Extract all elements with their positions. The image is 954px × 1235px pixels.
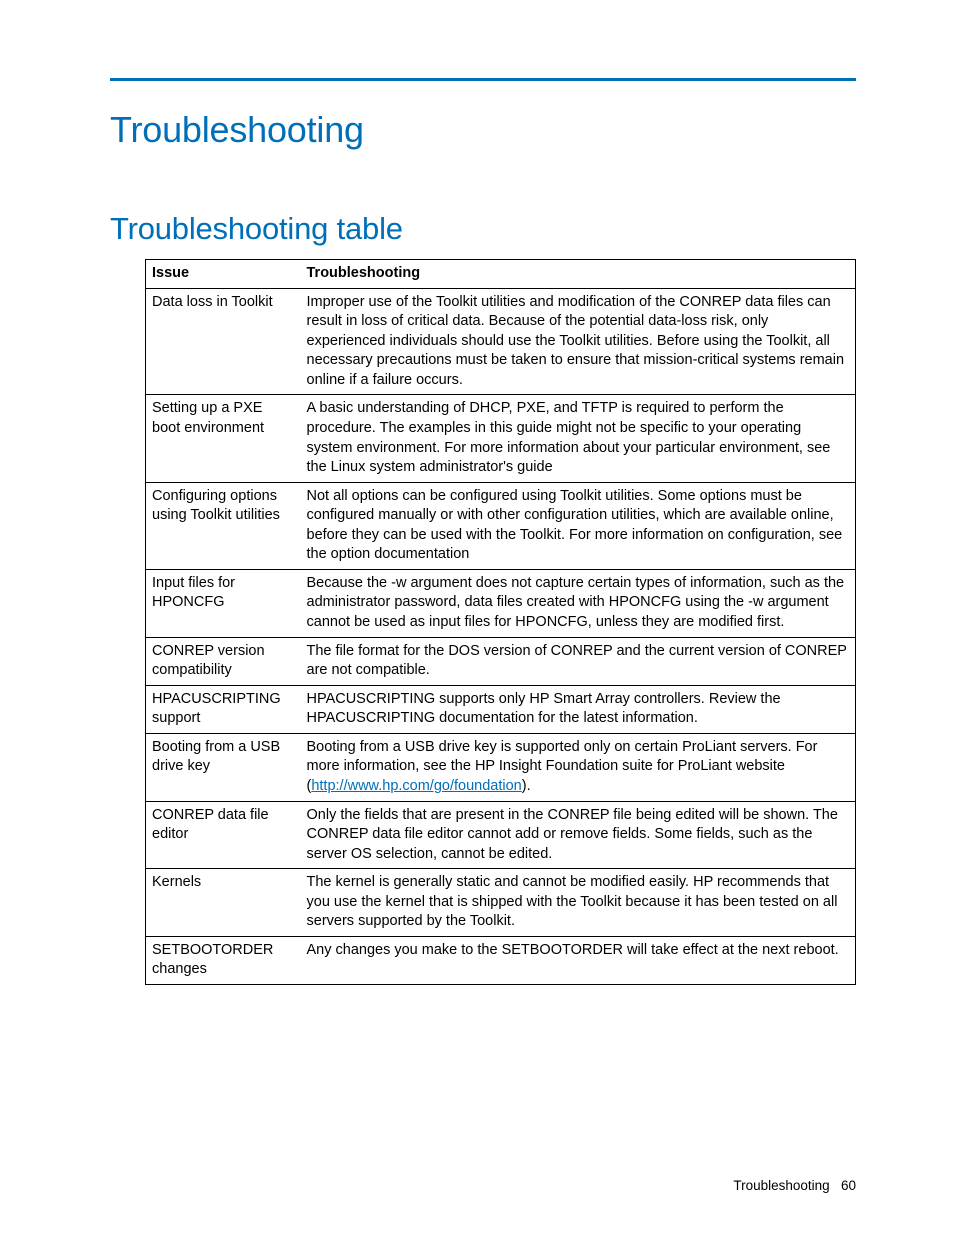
table-header-row: Issue Troubleshooting [146, 260, 856, 289]
table-row: Setting up a PXE boot environment A basi… [146, 395, 856, 482]
troubleshooting-cell: Only the fields that are present in the … [301, 801, 856, 869]
issue-cell: CONREP data file editor [146, 801, 301, 869]
heading-troubleshooting: Troubleshooting [110, 109, 856, 151]
table-row: Booting from a USB drive key Booting fro… [146, 733, 856, 801]
footer-page-number: 60 [841, 1178, 856, 1193]
troubleshooting-cell: Any changes you make to the SETBOOTORDER… [301, 936, 856, 984]
troubleshooting-cell: HPACUSCRIPTING supports only HP Smart Ar… [301, 685, 856, 733]
foundation-link[interactable]: http://www.hp.com/go/foundation [311, 778, 521, 794]
issue-cell: Setting up a PXE boot environment [146, 395, 301, 482]
table-row: HPACUSCRIPTING support HPACUSCRIPTING su… [146, 685, 856, 733]
heading-troubleshooting-table: Troubleshooting table [110, 211, 856, 247]
table-row: Kernels The kernel is generally static a… [146, 869, 856, 937]
troubleshooting-table: Issue Troubleshooting Data loss in Toolk… [145, 259, 856, 985]
issue-cell: CONREP version compatibility [146, 637, 301, 685]
top-rule [110, 78, 856, 81]
table-row: CONREP data file editor Only the fields … [146, 801, 856, 869]
issue-cell: Kernels [146, 869, 301, 937]
footer: Troubleshooting 60 [733, 1178, 856, 1193]
troubleshooting-cell: Improper use of the Toolkit utilities an… [301, 288, 856, 395]
table-row: SETBOOTORDER changes Any changes you mak… [146, 936, 856, 984]
col-header-troubleshooting: Troubleshooting [301, 260, 856, 289]
table-row: Input files for HPONCFG Because the -w a… [146, 569, 856, 637]
issue-cell: Data loss in Toolkit [146, 288, 301, 395]
issue-cell: HPACUSCRIPTING support [146, 685, 301, 733]
troubleshooting-cell: Not all options can be configured using … [301, 482, 856, 569]
col-header-issue: Issue [146, 260, 301, 289]
troubleshooting-cell: Booting from a USB drive key is supporte… [301, 733, 856, 801]
troubleshooting-cell: The file format for the DOS version of C… [301, 637, 856, 685]
table-row: CONREP version compatibility The file fo… [146, 637, 856, 685]
text-post: ). [522, 778, 531, 794]
table-row: Configuring options using Toolkit utilit… [146, 482, 856, 569]
issue-cell: SETBOOTORDER changes [146, 936, 301, 984]
troubleshooting-cell: A basic understanding of DHCP, PXE, and … [301, 395, 856, 482]
issue-cell: Configuring options using Toolkit utilit… [146, 482, 301, 569]
table-row: Data loss in Toolkit Improper use of the… [146, 288, 856, 395]
troubleshooting-cell: Because the -w argument does not capture… [301, 569, 856, 637]
footer-section: Troubleshooting [733, 1178, 829, 1193]
troubleshooting-cell: The kernel is generally static and canno… [301, 869, 856, 937]
issue-cell: Booting from a USB drive key [146, 733, 301, 801]
issue-cell: Input files for HPONCFG [146, 569, 301, 637]
